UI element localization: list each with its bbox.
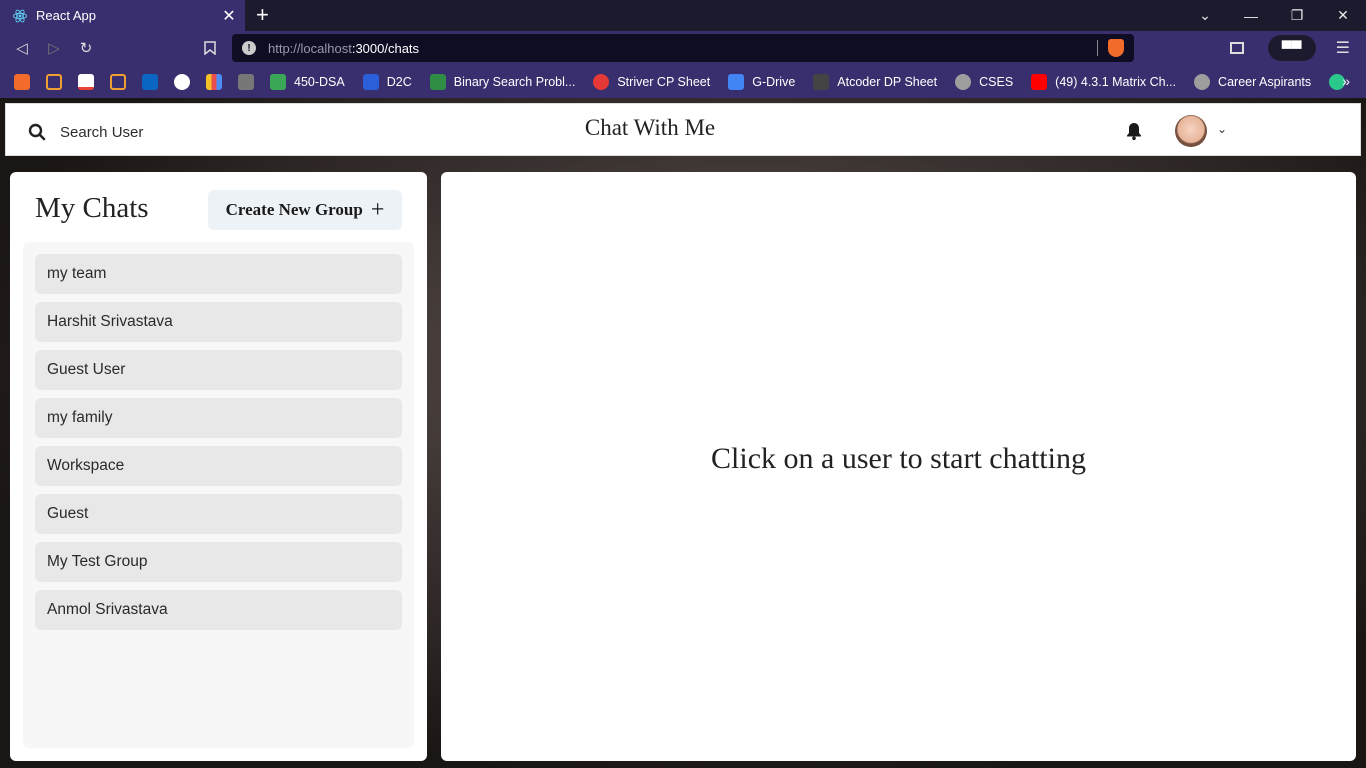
nav-right-controls: ▀▀ ☰ [1229,31,1366,65]
app-page: Search User Chat With Me ⌄ My Chats Crea… [0,98,1366,768]
bookmark-label: G-Drive [752,74,796,89]
bookmark-label: Striver CP Sheet [617,74,711,89]
list-item[interactable]: Guest [35,494,402,534]
youtube-icon [1031,73,1048,90]
react-logo-icon [12,9,28,22]
sidebar-toggle-icon[interactable] [1229,42,1244,54]
list-item[interactable]: Workspace [35,446,402,486]
restore-button[interactable]: ❐ [1274,0,1320,31]
tab-close-icon[interactable]: ✕ [221,6,237,26]
google-drive-icon [728,73,745,90]
bookmark-450-dsa[interactable]: 450-DSA [270,73,345,90]
url-separator [1097,40,1098,56]
browser-tab-bar: React App ✕ + ⌄ — ❐ ✕ [0,0,1366,31]
create-group-label: Create New Group [225,200,363,219]
browser-tab[interactable]: React App ✕ [0,0,245,31]
site-info-icon[interactable]: ! [242,41,256,55]
bookmarks-bar: 450-DSA D2C Binary Search Probl... Striv… [0,65,1366,98]
bookmark-favicon [813,73,830,90]
list-item[interactable]: Anmol Srivastava [35,590,402,630]
app-header: Search User Chat With Me ⌄ [5,103,1361,156]
address-bar[interactable]: ! http://localhost:3000/chats [232,34,1134,62]
avatar[interactable] [1175,115,1207,147]
url-text: http://localhost:3000/chats [268,41,419,56]
window-controls: ⌄ — ❐ ✕ [1182,0,1366,31]
bookmark-label: CSES [979,74,1014,89]
bookmark-gdrive[interactable]: G-Drive [728,73,796,90]
bookmark-binary-search[interactable]: Binary Search Probl... [429,73,576,90]
list-item[interactable]: my family [35,398,402,438]
back-icon[interactable]: ◁ [12,38,32,58]
minimize-button[interactable]: — [1228,0,1274,31]
vpn-glasses-icon[interactable]: ▀▀ [1267,35,1316,61]
create-group-button[interactable]: Create New Group + [208,190,402,230]
github-icon[interactable] [174,73,190,90]
url-path: :3000/chats [351,40,420,56]
bookmark-label: Binary Search Probl... [453,74,576,89]
list-item[interactable]: Harshit Srivastava [35,302,402,342]
bookmark-cses[interactable]: CSES [955,73,1014,90]
bookmark-d2c[interactable]: D2C [362,73,412,90]
bookmark-favicon [270,73,286,90]
app-title: Chat With Me [584,115,716,140]
chat-box: Click on a user to start chatting [441,172,1356,761]
close-window-button[interactable]: ✕ [1320,0,1366,31]
bookmark-favicon [362,73,379,90]
bookmark-label: Atcoder DP Sheet [837,74,938,89]
bookmark-icon[interactable] [200,38,220,58]
bookmark-code-icon[interactable] [46,73,62,90]
url-host: http://localhost [268,40,352,56]
globe-icon [955,73,972,90]
chevron-down-icon[interactable]: ⌄ [1217,122,1227,136]
list-item[interactable]: My Test Group [35,542,402,582]
bookmark-favicon [593,73,610,90]
gmail-icon[interactable] [78,73,94,90]
bookmark-striver[interactable]: Striver CP Sheet [593,73,711,90]
chart-bookmark-icon[interactable] [206,73,222,90]
new-tab-button[interactable]: + [256,4,269,26]
bookmark-label: 450-DSA [294,74,345,89]
my-chats-title: My Chats [35,192,149,224]
codechef-icon[interactable] [238,73,254,90]
list-item[interactable]: Guest User [35,350,402,390]
bookmark-favicon [429,73,446,90]
bookmark-label: Career Aspirants [1218,74,1312,89]
bookmark-stack-icon[interactable] [110,73,126,90]
menu-icon[interactable]: ☰ [1336,38,1350,58]
plus-icon: + [370,197,385,223]
bookmark-atcoder[interactable]: Atcoder DP Sheet [813,73,938,90]
bookmark-youtube[interactable]: (49) 4.3.1 Matrix Ch... [1031,73,1177,90]
chat-list: my team Harshit Srivastava Guest User my… [23,242,414,748]
linkedin-icon[interactable] [142,73,158,90]
list-item[interactable]: my team [35,254,402,294]
brave-shields-icon[interactable] [1108,39,1124,57]
reload-icon[interactable]: ↻ [76,38,96,58]
empty-chat-message: Click on a user to start chatting [711,442,1086,475]
tab-title: React App [36,8,96,23]
my-chats-panel: My Chats Create New Group + my team Hars… [10,172,427,761]
bookmark-app-icon[interactable] [14,73,30,90]
forward-icon[interactable]: ▷ [44,38,64,58]
bookmark-label: D2C [386,74,412,89]
bookmarks-overflow-icon[interactable]: » [1342,73,1350,89]
globe-icon [1194,73,1211,90]
bell-icon[interactable] [1124,121,1144,141]
bookmark-label: (49) 4.3.1 Matrix Ch... [1055,74,1177,89]
browser-nav-bar: ◁ ▷ ↻ ! http://localhost:3000/chats ▀▀ ☰ [0,31,1366,65]
bookmark-career-aspirants[interactable]: Career Aspirants [1194,73,1312,90]
tab-search-icon[interactable]: ⌄ [1182,0,1228,31]
